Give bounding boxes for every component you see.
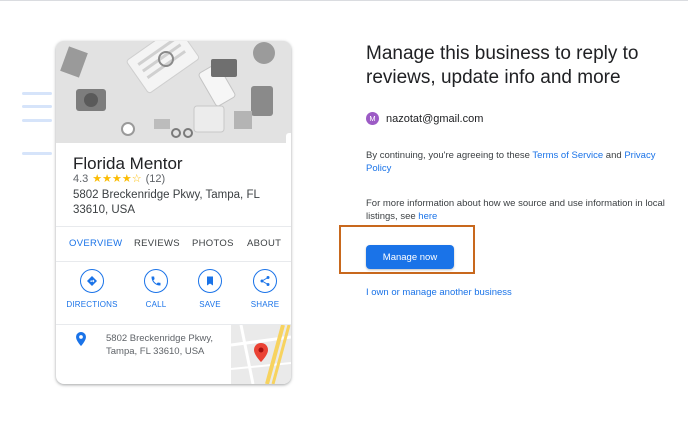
call-label: CALL bbox=[145, 300, 167, 309]
page-heading: Manage this business to reply to reviews… bbox=[366, 43, 639, 88]
mini-map[interactable] bbox=[231, 325, 291, 384]
tab-photos[interactable]: PHOTOS bbox=[192, 238, 234, 249]
background-text bbox=[22, 119, 52, 122]
share-button[interactable]: SHARE bbox=[237, 269, 291, 309]
share-icon bbox=[260, 276, 270, 286]
phone-icon bbox=[151, 276, 161, 286]
business-address: 5802 Breckenridge Pkwy, Tampa, FL 33610,… bbox=[73, 189, 260, 216]
avatar: M bbox=[366, 112, 379, 125]
background-text bbox=[22, 152, 52, 155]
account-email: nazotat@gmail.com bbox=[386, 112, 484, 125]
consent-and: and bbox=[603, 150, 625, 161]
business-profile-card: Florida Mentor 4.3 ★★★★☆ (12) 5802 Breck… bbox=[56, 41, 291, 384]
directions-button[interactable]: DIRECTIONS bbox=[64, 269, 120, 309]
consent-prefix: By continuing, you're agreeing to these bbox=[366, 150, 533, 161]
tab-about[interactable]: ABOUT bbox=[247, 238, 281, 249]
business-name: Florida Mentor bbox=[73, 154, 183, 173]
location-row[interactable]: 5802 Breckenridge Pkwy, Tampa, FL 33610,… bbox=[56, 325, 291, 384]
source-info-text: For more information about how we source… bbox=[366, 197, 666, 223]
share-label: SHARE bbox=[250, 300, 280, 309]
profile-tabs: OVERVIEW REVIEWS PHOTOS ABOUT bbox=[56, 226, 291, 262]
rating-stars: ★★★★☆ bbox=[92, 173, 142, 185]
call-button[interactable]: CALL bbox=[128, 269, 184, 309]
terms-of-service-link[interactable]: Terms of Service bbox=[532, 150, 603, 161]
tab-reviews[interactable]: REVIEWS bbox=[134, 238, 180, 249]
directions-label: DIRECTIONS bbox=[66, 300, 118, 309]
bookmark-icon bbox=[207, 276, 213, 286]
business-cover-image bbox=[56, 41, 291, 143]
top-divider bbox=[0, 0, 688, 1]
directions-icon bbox=[87, 276, 97, 286]
source-info-prefix: For more information about how we source… bbox=[366, 198, 665, 222]
account-row: M nazotat@gmail.com bbox=[366, 112, 483, 125]
here-link[interactable]: here bbox=[418, 211, 437, 222]
location-pin-icon bbox=[76, 332, 86, 346]
save-button[interactable]: SAVE bbox=[182, 269, 238, 309]
action-row: DIRECTIONS CALL SAVE SHARE bbox=[56, 269, 291, 327]
background-text bbox=[22, 92, 52, 95]
rating-value: 4.3 bbox=[73, 172, 89, 185]
save-label: SAVE bbox=[199, 300, 221, 309]
review-count[interactable]: (12) bbox=[146, 173, 166, 185]
other-business-link[interactable]: I own or manage another business bbox=[366, 287, 512, 298]
manage-now-button[interactable]: Manage now bbox=[366, 245, 454, 269]
rating-row: 4.3 ★★★★☆ (12) bbox=[73, 172, 166, 186]
background-text bbox=[22, 105, 52, 108]
consent-text: By continuing, you're agreeing to these … bbox=[366, 149, 666, 175]
map-address: 5802 Breckenridge Pkwy, Tampa, FL 33610,… bbox=[106, 333, 214, 357]
tab-overview[interactable]: OVERVIEW bbox=[69, 238, 122, 249]
